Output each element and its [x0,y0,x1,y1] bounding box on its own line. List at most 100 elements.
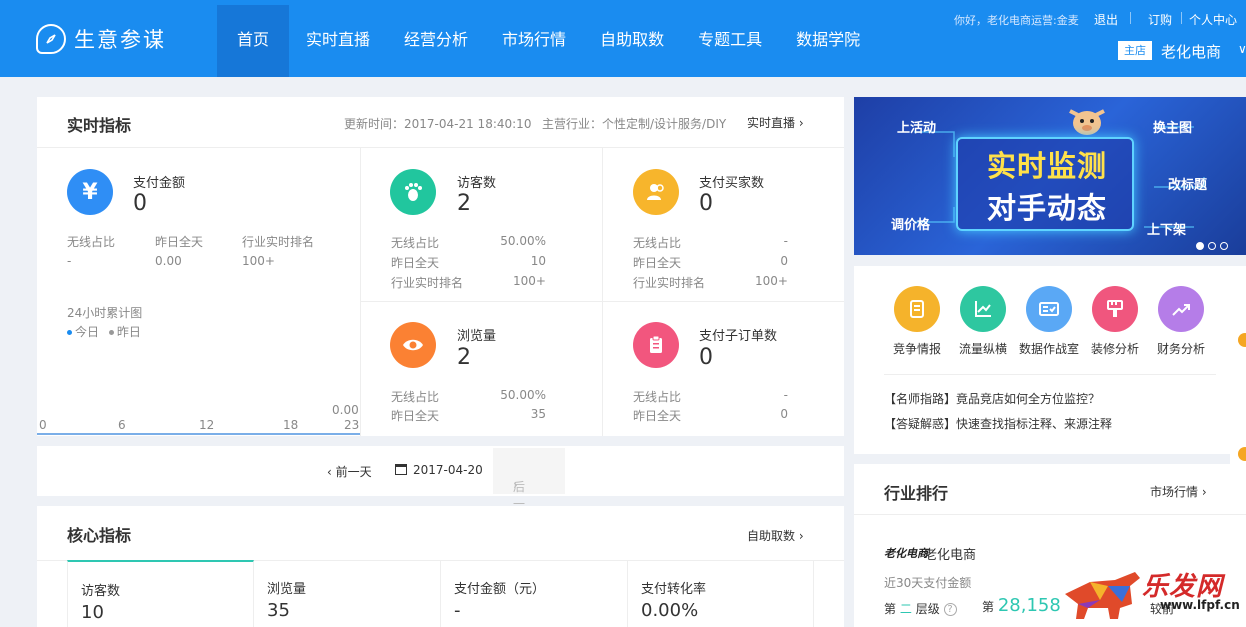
chart-legend: 今日 昨日 [67,323,141,340]
logout-link[interactable]: 退出 [1094,11,1118,28]
core-tab-value: 10 [81,602,104,623]
main-shop-badge: 主店 [1118,41,1152,60]
nav-operation-analysis[interactable]: 经营分析 [387,5,485,77]
nav-live[interactable]: 实时直播 [289,5,387,77]
nav-self-service-data[interactable]: 自助取数 [583,5,681,77]
carousel-dot[interactable] [1208,242,1216,250]
core-title: 核心指标 [67,526,132,545]
clipboard-icon [633,322,679,368]
shop-switcher[interactable]: 老化电商 [1161,41,1221,62]
legend-today-dot [67,330,72,335]
brush-icon [1092,286,1138,332]
metric-visitors-name: 访客数 [457,176,497,191]
metric-visitors-label-wireless: 无线占比 [391,236,440,250]
side-handle[interactable] [1230,327,1246,355]
tip-link-faq[interactable]: 【答疑解惑】快速查找指标注释、来源注释 [884,415,1112,432]
app-logo[interactable]: 生意参谋 [36,24,166,54]
rank-prefix: 第 [982,600,995,614]
date-navigator: ‹ 前一天 2017-04-20 后一天 › [37,446,844,528]
profile-link[interactable]: 个人中心 [1189,11,1237,28]
banner-tag: 换主图 [1153,121,1193,136]
user-area: 你好，老化电商运营:金麦 退出 订购 个人中心 主店 老化电商 ∨ [936,10,1246,70]
market-link[interactable]: 市场行情 › [1150,483,1207,500]
main-nav: 首页 实时直播 经营分析 市场行情 自助取数 专题工具 数据学院 [217,5,877,77]
core-tab-value: 35 [267,600,290,621]
compass-icon [36,24,66,54]
help-icon[interactable]: ? [943,603,957,616]
metric-pageviews-wireless: 50.00% [500,388,546,402]
chart-x-tick: 23 [344,418,360,432]
core-tab-visitors[interactable]: 访客数 10 [67,560,254,627]
next-day-button[interactable]: 后一天 › [493,448,565,528]
metric-pay-yesterday: 0.00 [155,254,182,268]
prev-day-button[interactable]: ‹ 前一天 [327,463,372,480]
rank-level-value: 二 [899,602,912,616]
shop-logo: 老化电商 [884,547,928,560]
metric-suborders-wireless: - [783,388,788,402]
chart-x-axis [37,433,360,435]
carousel-dot[interactable] [1196,242,1204,250]
metric-buyers-rank: 100+ [755,274,788,288]
tool-finance[interactable]: 财务分析 [1148,286,1214,357]
metric-pageviews-yesterday: 35 [530,407,546,421]
banner-subheadline: 对手动态 [986,191,1107,225]
rank-prefix: 第 [884,602,897,616]
dot-icon [1238,333,1246,347]
metric-pageviews-value: 2 [457,345,471,370]
nav-data-academy[interactable]: 数据学院 [779,5,877,77]
metric-pay-value: 0 [133,191,147,216]
tool-label: 数据作战室 [1018,342,1079,356]
chart-x-tick: 12 [199,418,215,432]
metric-buyers-name: 支付买家数 [699,176,765,191]
top-navigation-bar: 生意参谋 首页 实时直播 经营分析 市场行情 自助取数 专题工具 数据学院 你好… [0,0,1246,77]
core-tab-name: 支付金额（元） [454,582,546,597]
metric-pay-rank: 100+ [242,254,275,268]
nav-topic-tools[interactable]: 专题工具 [681,5,779,77]
carousel-dots [1196,235,1232,254]
banner-headline: 实时监测 [986,149,1107,183]
self-service-link[interactable]: 自助取数 › [747,527,804,544]
realtime-live-link[interactable]: 实时直播 › [747,114,804,131]
nav-home[interactable]: 首页 [217,5,290,77]
date-picker[interactable]: 2017-04-20 [395,463,483,477]
core-tab-conversion[interactable]: 支付转化率 0.00% [628,560,814,627]
carousel-dot[interactable] [1220,242,1228,250]
divider [1130,12,1131,24]
divider [602,148,603,436]
banner-tag: 上活动 [897,121,937,136]
core-tab-pay-amount[interactable]: 支付金额（元） - [441,560,628,627]
core-tab-value: - [454,600,461,621]
realtime-metrics-card: 实时指标 更新时间：2017-04-21 18:40:10 主营行业：个性定制/… [37,97,844,436]
subscribe-link[interactable]: 订购 [1148,11,1172,28]
metric-visitors-yesterday: 10 [530,254,546,268]
tools-card: 竞争情报 流量纵横 数据作战室 装修分析 财务分析 【名师指路】竟品竞店如何全方… [854,266,1246,469]
core-tab-name: 浏览量 [267,582,307,597]
line-chart-icon [960,286,1006,332]
app-name: 生意参谋 [74,28,166,52]
tool-decoration[interactable]: 装修分析 [1082,286,1148,357]
metric-visitors-wireless: 50.00% [500,234,546,248]
divider [1181,12,1182,24]
metric-suborders-label-yesterday: 昨日全天 [633,409,682,423]
nav-market[interactable]: 市场行情 [485,5,583,77]
rank-subtitle: 近30天支付金额 [884,576,972,590]
rank-number: 28,158 [997,595,1061,616]
market-label: 市场行情 [1150,485,1199,499]
tool-competition-intel[interactable]: 竞争情报 [884,286,950,357]
document-icon [894,286,940,332]
core-tab-pageviews[interactable]: 浏览量 35 [254,560,441,627]
tip-link-monitor[interactable]: 【名师指路】竟品竞店如何全方位监控？ [884,390,1100,407]
legend-yesterday: 昨日 [116,325,141,339]
tool-label: 竞争情报 [892,342,941,356]
calendar-icon [395,464,407,475]
chart-y-label: 0.00 [332,403,359,417]
chart-x-tick: 18 [283,418,299,432]
chevron-down-icon[interactable]: ∨ [1238,42,1246,56]
tool-war-room[interactable]: 数据作战室 [1016,286,1082,357]
tool-traffic[interactable]: 流量纵横 [950,286,1016,357]
promo-banner[interactable]: 上活动 换主图 改标题 调价格 上下架 实时监测 对手动态 [854,97,1246,255]
chevron-left-icon: ‹ [327,465,332,479]
chevron-right-icon: › [798,116,804,130]
chevron-right-icon: › [513,478,518,492]
watermark-url: www.lfpf.cn [1160,598,1240,612]
